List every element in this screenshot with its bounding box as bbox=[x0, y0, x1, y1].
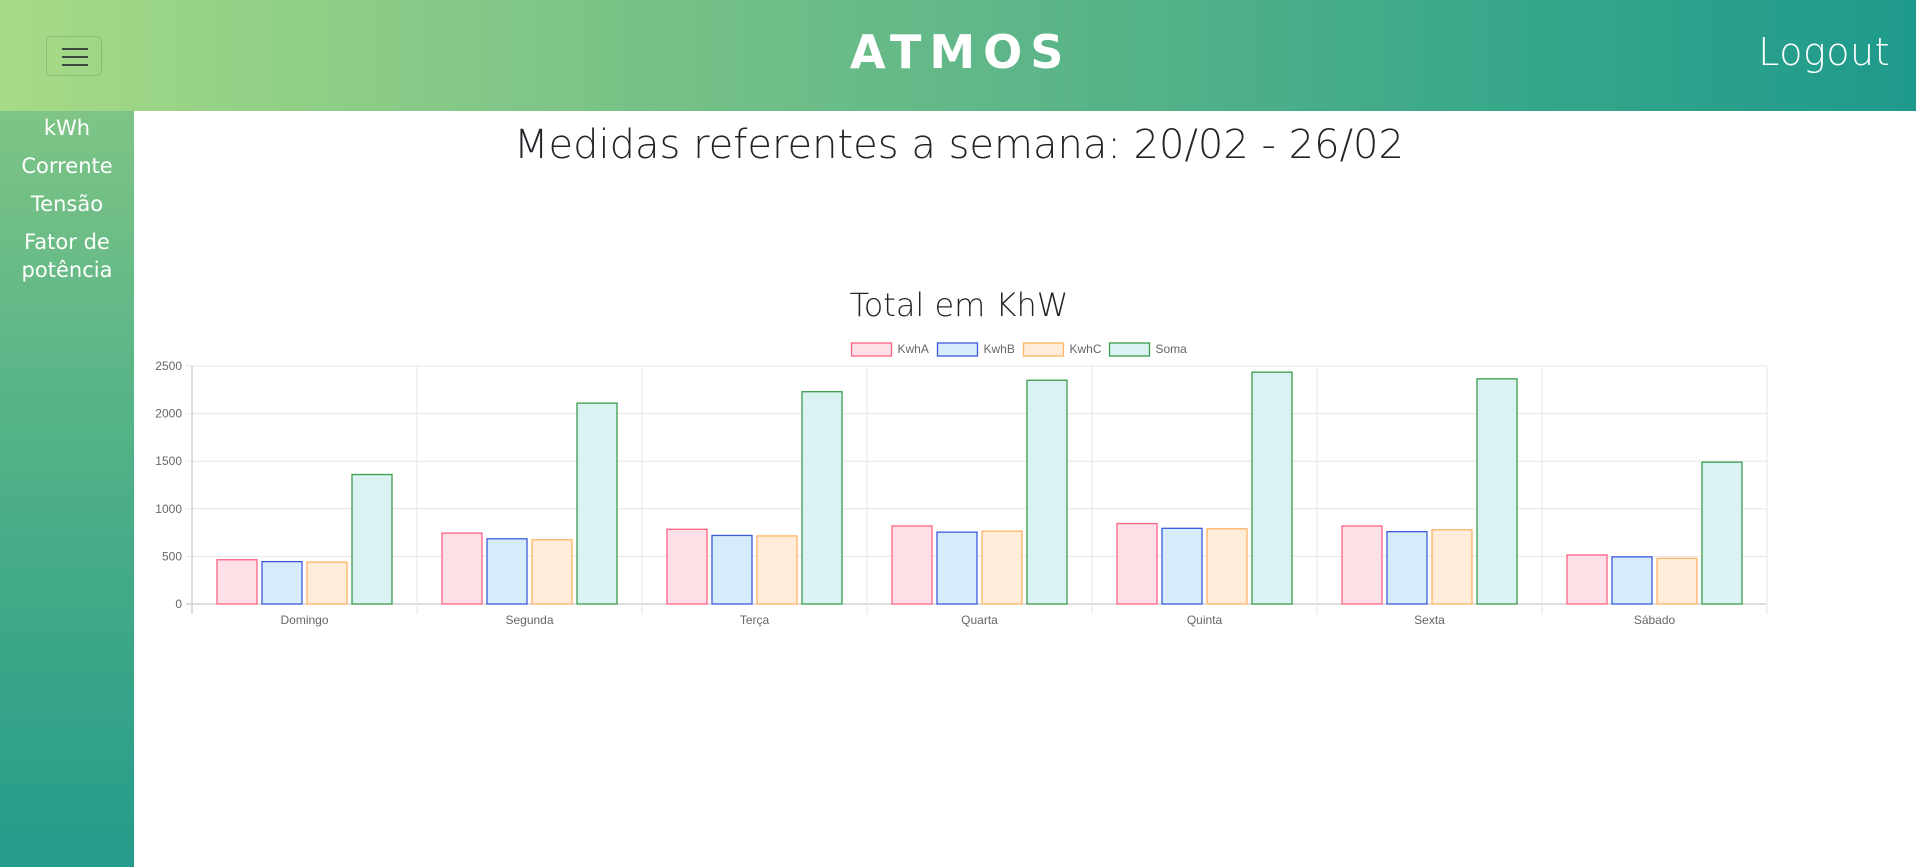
bar-soma bbox=[1701, 461, 1743, 605]
x-tick-label: Sábado bbox=[1634, 613, 1676, 627]
x-tick-label: Quinta bbox=[1187, 613, 1223, 627]
sidebar-item-kwh[interactable]: kWh bbox=[0, 114, 134, 142]
x-tick-label: Terça bbox=[740, 613, 770, 627]
y-tick-label: 500 bbox=[162, 549, 182, 563]
bar-chart: 0 500 1000 1500 2000 2500 Domingo Segunda Terça Q… bbox=[155, 342, 1768, 627]
bar-kwhc bbox=[306, 561, 348, 605]
sidebar-item-corrente[interactable]: Corrente bbox=[0, 152, 134, 180]
legend-swatch bbox=[1022, 342, 1065, 357]
bar-kwha bbox=[666, 528, 708, 605]
bar-kwhc bbox=[981, 530, 1023, 605]
y-tick-label: 0 bbox=[175, 597, 182, 611]
bar-kwhc bbox=[1431, 529, 1473, 605]
bar-soma bbox=[576, 402, 618, 605]
x-tick-label: Domingo bbox=[280, 613, 328, 627]
bar-kwhb bbox=[1161, 527, 1203, 605]
hamburger-line-icon bbox=[62, 56, 88, 58]
top-navbar: ATMOS Logout bbox=[0, 0, 1916, 111]
bar-soma bbox=[351, 473, 393, 605]
sidebar: kWh Corrente Tensão Fator de potência bbox=[0, 111, 134, 867]
bar-kwha bbox=[441, 532, 483, 605]
x-tick-label: Segunda bbox=[505, 613, 553, 627]
sidebar-item-tensao[interactable]: Tensão bbox=[0, 190, 134, 218]
legend-label: KwhB bbox=[984, 342, 1015, 356]
bar-kwhb bbox=[936, 531, 978, 605]
bar-kwhc bbox=[1656, 557, 1698, 605]
bar-kwhb bbox=[261, 560, 303, 605]
x-tick-label: Sexta bbox=[1414, 613, 1445, 627]
hamburger-line-icon bbox=[62, 64, 88, 66]
bar-kwha bbox=[891, 525, 933, 605]
bar-kwhb bbox=[711, 534, 753, 605]
bar-kwhc bbox=[531, 539, 573, 605]
bar-soma bbox=[1251, 371, 1293, 605]
y-tick-label: 2000 bbox=[155, 407, 182, 421]
x-tick-label: Quarta bbox=[961, 613, 998, 627]
legend-swatch bbox=[850, 342, 893, 357]
page-title: Medidas referentes a semana: 20/02 - 26/… bbox=[514, 122, 1404, 168]
sidebar-item-fator-de-potencia[interactable]: Fator de potência bbox=[0, 228, 134, 284]
bar-kwhb bbox=[1386, 530, 1428, 605]
menu-toggle-button[interactable] bbox=[46, 36, 102, 76]
bar-kwhc bbox=[756, 535, 798, 605]
legend-label: KwhC bbox=[1070, 342, 1102, 356]
chart-title: Total em KhW bbox=[849, 286, 1069, 324]
legend-swatch bbox=[936, 342, 979, 357]
legend-swatch bbox=[1108, 342, 1151, 357]
y-tick-label: 1500 bbox=[155, 454, 182, 468]
bar-kwhb bbox=[1611, 556, 1653, 605]
bar-kwhb bbox=[486, 538, 528, 605]
legend-label: KwhA bbox=[898, 342, 929, 356]
bar-soma bbox=[1026, 379, 1068, 605]
bar-soma bbox=[1476, 378, 1518, 605]
y-tick-label: 1000 bbox=[155, 502, 182, 516]
y-tick-label: 2500 bbox=[155, 359, 182, 373]
atmos-logo[interactable]: ATMOS bbox=[850, 26, 1063, 78]
logo-text: ATMOS bbox=[850, 25, 1072, 79]
logout-link[interactable]: Logout bbox=[1758, 24, 1890, 80]
bar-kwha bbox=[216, 559, 258, 605]
legend-label: Soma bbox=[1156, 342, 1188, 356]
bar-kwha bbox=[1341, 525, 1383, 605]
bar-kwhc bbox=[1206, 528, 1248, 605]
bar-kwha bbox=[1566, 554, 1608, 605]
bar-kwha bbox=[1116, 522, 1158, 605]
hamburger-line-icon bbox=[62, 48, 88, 50]
bar-soma bbox=[801, 391, 843, 605]
